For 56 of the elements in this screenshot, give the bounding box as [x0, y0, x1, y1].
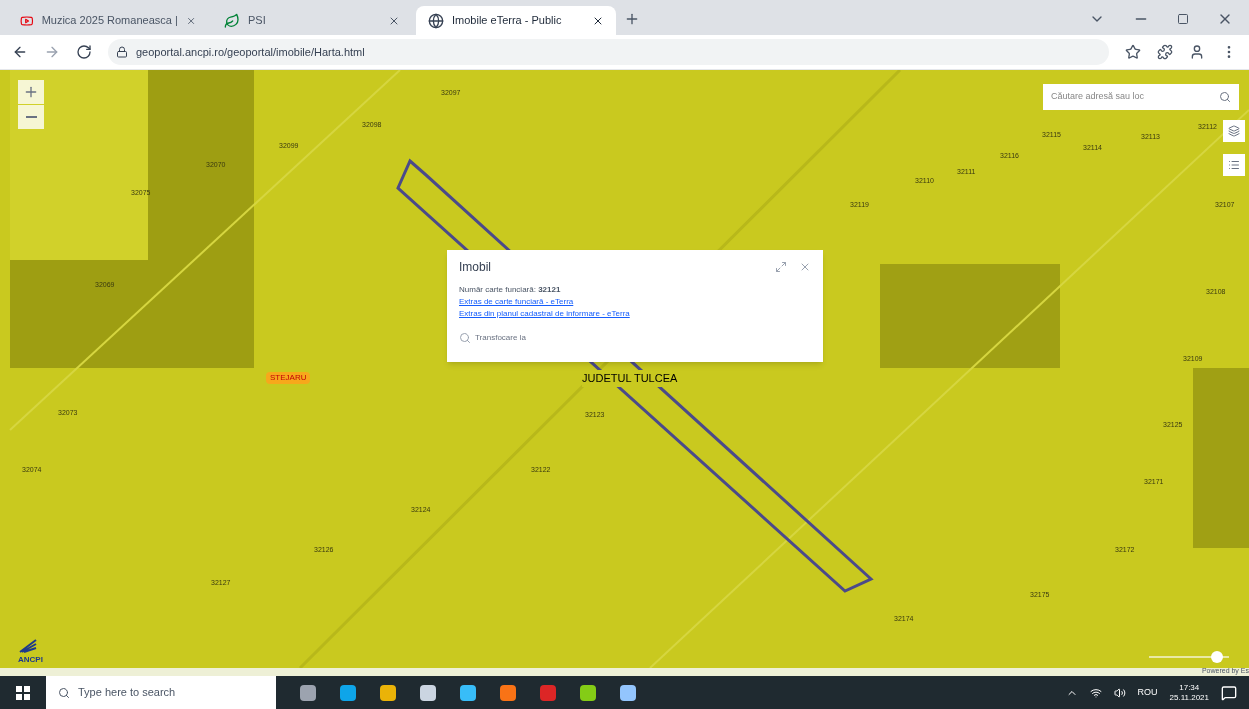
logo-text: ANCPI — [18, 654, 43, 666]
extensions-icon[interactable] — [1157, 44, 1173, 60]
app-icon[interactable] — [420, 684, 436, 701]
tab-title: Imobile eTerra - Public — [452, 13, 563, 29]
browser-tab[interactable]: Imobile eTerra - Public — [416, 6, 616, 35]
zoom-to-action[interactable]: Transfocare la — [475, 332, 526, 344]
app-icon[interactable] — [460, 684, 476, 701]
logo-icon — [18, 638, 38, 654]
lock-icon — [116, 46, 128, 58]
layers-button[interactable] — [1223, 120, 1245, 142]
search-input[interactable]: Căutare adresă sau loc — [1043, 90, 1219, 104]
extract-link[interactable]: Extras de carte funciară - eTerra — [459, 296, 811, 308]
search-icon[interactable] — [1219, 91, 1231, 103]
new-tab-icon[interactable] — [624, 11, 640, 27]
app-icon[interactable] — [340, 684, 356, 701]
address-field[interactable]: geoportal.ancpi.ro/geoportal/imobile/Harta.html — [108, 39, 1109, 65]
zoom-out-button[interactable] — [18, 105, 44, 129]
taskbar-search-field[interactable]: Type here to search — [46, 676, 276, 709]
back-icon[interactable] — [12, 44, 28, 60]
maximize-icon[interactable] — [1177, 13, 1189, 25]
zoom-icon — [459, 332, 471, 344]
windows-icon[interactable] — [16, 685, 30, 700]
place-label: STEJARU — [266, 372, 311, 384]
url-text: geoportal.ancpi.ro/geoportal/imobile/Harta.html — [136, 44, 365, 60]
extract-link[interactable]: Extras din planul cadastral de informare - eTerra — [459, 308, 811, 320]
app-icon[interactable] — [380, 684, 396, 701]
dock-icon[interactable] — [775, 261, 787, 273]
speaker-icon[interactable] — [1113, 686, 1126, 699]
reload-icon[interactable] — [76, 44, 92, 60]
leaf-icon — [224, 12, 240, 29]
search-icon — [58, 686, 70, 699]
clock-date: 25.11.2021 — [1169, 692, 1209, 703]
globe-icon — [428, 12, 444, 29]
app-icon[interactable] — [580, 684, 596, 701]
minus-icon — [25, 116, 37, 118]
search-field[interactable]: Căutare adresă sau loc — [1043, 84, 1239, 110]
notification-icon[interactable] — [1221, 684, 1237, 701]
app-icon[interactable] — [620, 684, 636, 701]
county-label: JUDETUL TULCEA — [582, 370, 678, 387]
zoom-in-button[interactable] — [18, 80, 44, 104]
star-icon[interactable] — [1125, 44, 1141, 60]
list-icon — [1228, 159, 1240, 171]
tab-title: Muzica 2025 Romaneasca | — [41, 13, 178, 29]
wifi-icon[interactable] — [1089, 686, 1102, 699]
app-icon[interactable] — [500, 684, 516, 701]
popup-title: Imobil — [459, 259, 491, 276]
search-placeholder: Type here to search — [78, 685, 176, 701]
parcel-info: Număr carte funciară: 32121 — [459, 284, 562, 296]
legend-button[interactable] — [1223, 154, 1245, 176]
clock-time: 17:34 — [1179, 682, 1200, 693]
app-icon[interactable] — [300, 684, 316, 701]
tab-title: PSI — [248, 13, 267, 29]
layers-icon — [1228, 125, 1240, 137]
language-indicator[interactable]: ROU — [1137, 685, 1158, 700]
plus-icon — [23, 84, 39, 100]
profile-icon[interactable] — [1189, 44, 1205, 60]
